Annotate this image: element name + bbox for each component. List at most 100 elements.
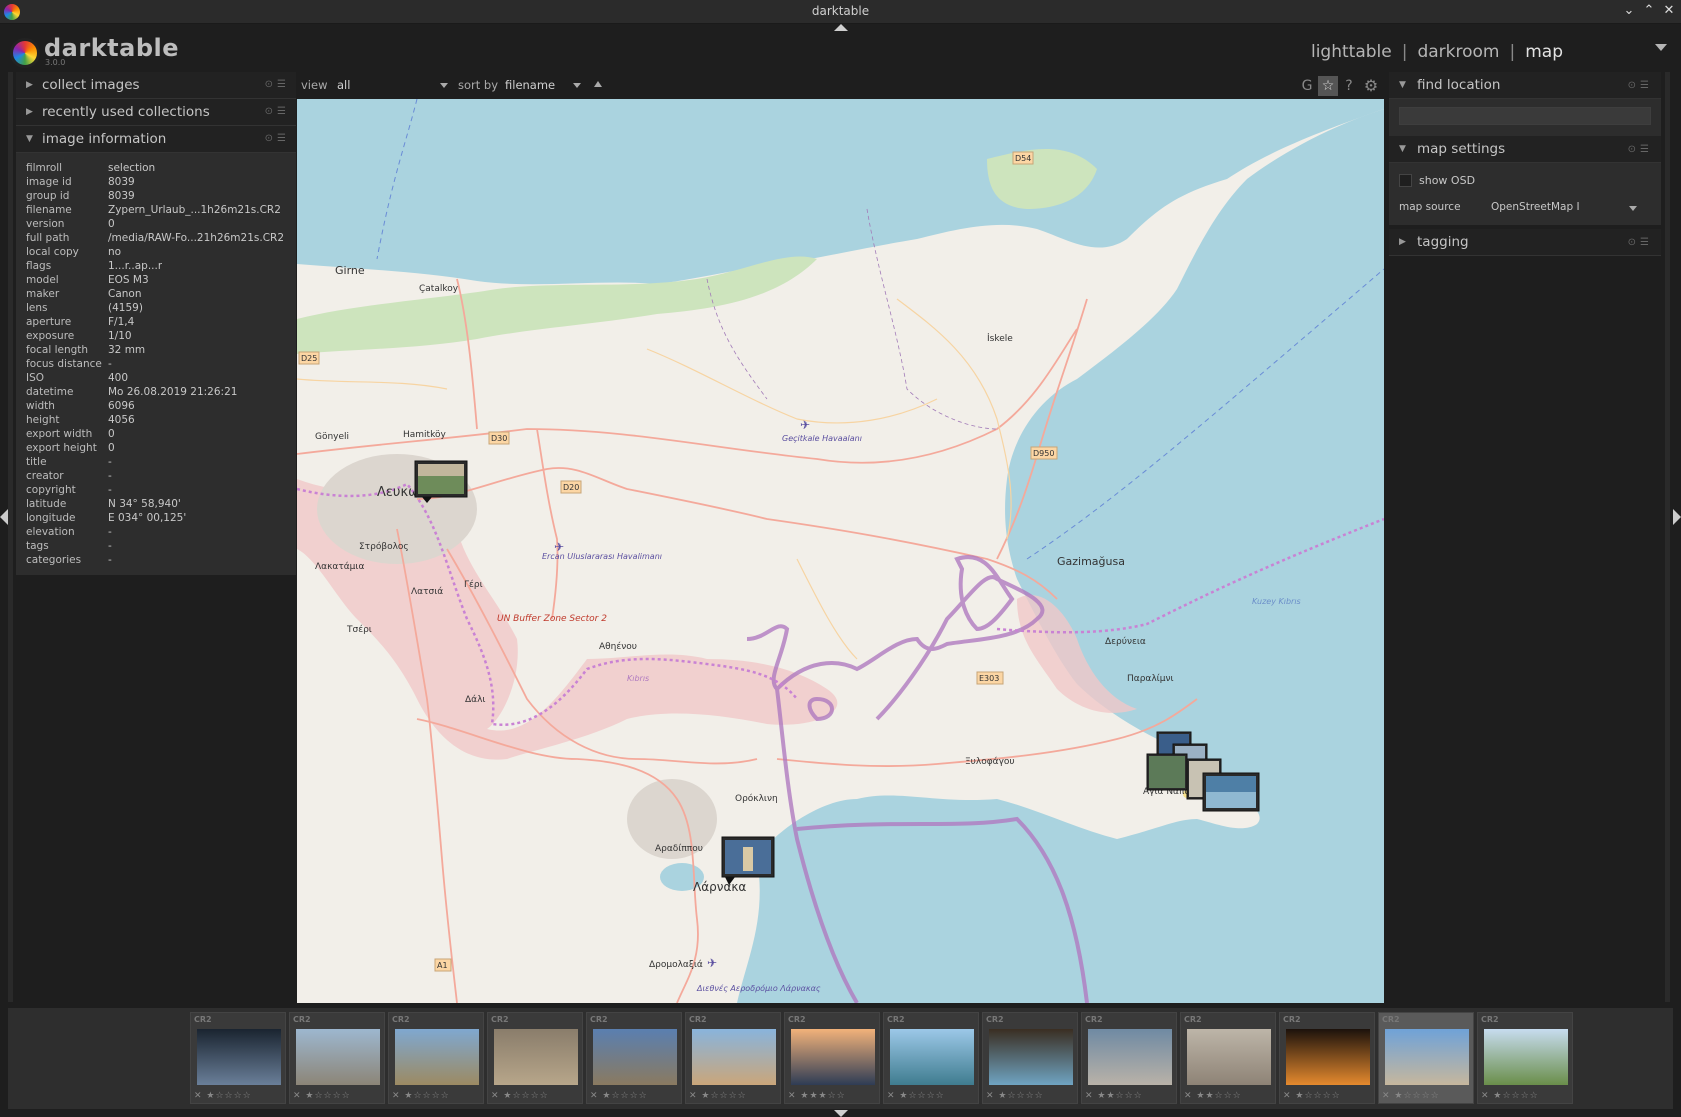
bottom-panel-toggle-icon[interactable] bbox=[834, 1110, 848, 1117]
star-rating-icon[interactable]: ✕ ★☆☆☆☆ bbox=[1283, 1091, 1341, 1101]
module-actions-icon[interactable]: ⊙☰ bbox=[265, 99, 290, 125]
right-panel-toggle-icon[interactable] bbox=[1673, 509, 1681, 525]
filmstrip-thumbnail[interactable]: CR2 ✕ ★☆☆☆☆ bbox=[289, 1012, 385, 1104]
info-value: 0 bbox=[108, 428, 115, 440]
sort-by-label: sort by bbox=[458, 78, 499, 92]
filmstrip-thumbnail[interactable]: CR2 ✕ ★☆☆☆☆ bbox=[1477, 1012, 1573, 1104]
map-settings-header[interactable]: ▼ map settings ⊙☰ bbox=[1389, 136, 1661, 163]
star-rating-icon[interactable]: ✕ ★☆☆☆☆ bbox=[392, 1091, 450, 1101]
star-rating-icon[interactable]: ✕ ★☆☆☆☆ bbox=[689, 1091, 747, 1101]
info-value: F/1,4 bbox=[108, 316, 135, 328]
filmstrip-thumbnail[interactable]: CR2 ✕ ★★☆☆☆ bbox=[1180, 1012, 1276, 1104]
sort-by-dropdown-icon[interactable] bbox=[573, 83, 581, 88]
star-rating-icon[interactable]: ✕ ★☆☆☆☆ bbox=[986, 1091, 1044, 1101]
info-key: model bbox=[26, 274, 59, 286]
module-actions-icon[interactable]: ⊙☰ bbox=[1628, 229, 1653, 256]
map-view[interactable]: Girne Çatalkoy İskele Gönyeli Hamitköy Λ… bbox=[297, 99, 1384, 1003]
module-actions-icon[interactable]: ⊙☰ bbox=[265, 72, 290, 98]
top-panel-toggle-icon[interactable] bbox=[834, 24, 848, 31]
collect-images-header[interactable]: ▶ collect images ⊙☰ bbox=[16, 72, 296, 99]
star-rating-icon[interactable]: ✕ ★☆☆☆☆ bbox=[887, 1091, 945, 1101]
info-value: - bbox=[108, 470, 112, 482]
help-icon[interactable]: ? bbox=[1339, 76, 1359, 96]
star-rating-icon[interactable]: ✕ ★☆☆☆☆ bbox=[491, 1091, 549, 1101]
info-key: lens bbox=[26, 302, 48, 314]
info-row: datetime Mo 26.08.2019 21:26:21 bbox=[26, 385, 288, 399]
filmstrip-thumbnail[interactable]: CR2 ✕ ★☆☆☆☆ bbox=[883, 1012, 979, 1104]
airport-icon: ✈ bbox=[707, 956, 717, 970]
thumbnail-extension: CR2 bbox=[1283, 1015, 1301, 1024]
left-panel-toggle-icon[interactable] bbox=[0, 509, 8, 525]
view-darkroom[interactable]: darkroom bbox=[1417, 42, 1499, 62]
thumbnail-image bbox=[395, 1029, 479, 1085]
map-canvas[interactable]: Girne Çatalkoy İskele Gönyeli Hamitköy Λ… bbox=[297, 99, 1384, 1003]
view-filter-select[interactable]: all bbox=[337, 78, 350, 92]
star-rating-icon[interactable]: ✕ ★☆☆☆☆ bbox=[293, 1091, 351, 1101]
star-rating-icon[interactable]: ✕ ★★☆☆☆ bbox=[1184, 1091, 1242, 1101]
airport-icon: ✈ bbox=[554, 540, 564, 554]
thumbnail-extension: CR2 bbox=[788, 1015, 806, 1024]
info-key: full path bbox=[26, 232, 70, 244]
star-overlay-icon[interactable]: ☆ bbox=[1318, 76, 1338, 96]
more-views-dropdown-icon[interactable] bbox=[1655, 44, 1667, 51]
map-label-catalkoy: Çatalkoy bbox=[419, 284, 459, 294]
info-row: export width 0 bbox=[26, 427, 288, 441]
module-actions-icon[interactable]: ⊙☰ bbox=[265, 126, 290, 152]
star-rating-icon[interactable]: ✕ ★☆☆☆☆ bbox=[1382, 1091, 1440, 1101]
minimize-icon[interactable]: ⌄ bbox=[1620, 2, 1638, 20]
filmstrip-thumbnail[interactable]: CR2 ✕ ★☆☆☆☆ bbox=[190, 1012, 286, 1104]
find-location-input[interactable] bbox=[1399, 107, 1651, 125]
filmstrip-thumbnail[interactable]: CR2 ✕ ★☆☆☆☆ bbox=[388, 1012, 484, 1104]
module-actions-icon[interactable]: ⊙☰ bbox=[1628, 136, 1653, 163]
filmstrip-thumbnail[interactable]: CR2 ✕ ★☆☆☆☆ bbox=[685, 1012, 781, 1104]
grouping-icon[interactable]: G bbox=[1297, 76, 1317, 96]
info-value: 400 bbox=[108, 372, 129, 384]
star-rating-icon[interactable]: ✕ ★★☆☆☆ bbox=[1085, 1091, 1143, 1101]
star-rating-icon[interactable]: ✕ ★☆☆☆☆ bbox=[194, 1091, 252, 1101]
filmstrip-thumbnail[interactable]: CR2 ✕ ★★☆☆☆ bbox=[1081, 1012, 1177, 1104]
filmstrip-thumbnail[interactable]: CR2 ✕ ★☆☆☆☆ bbox=[487, 1012, 583, 1104]
airport-icon: ✈ bbox=[800, 418, 810, 432]
tagging-header[interactable]: ▶ tagging ⊙☰ bbox=[1389, 229, 1661, 256]
info-row: group id 8039 bbox=[26, 189, 288, 203]
recent-collections-header[interactable]: ▶ recently used collections ⊙☰ bbox=[16, 99, 296, 126]
window-titlebar: darktable ⌄ ⌃ ✕ bbox=[0, 0, 1681, 24]
preferences-gear-icon[interactable]: ⚙ bbox=[1361, 76, 1381, 96]
module-actions-icon[interactable]: ⊙☰ bbox=[1628, 72, 1653, 99]
info-key: version bbox=[26, 218, 65, 230]
expanded-arrow-icon: ▼ bbox=[26, 134, 33, 144]
view-lighttable[interactable]: lighttable bbox=[1311, 42, 1392, 62]
info-row: filmroll selection bbox=[26, 161, 288, 175]
find-location-header[interactable]: ▼ find location ⊙☰ bbox=[1389, 72, 1661, 99]
filmstrip-thumbnail[interactable]: CR2 ✕ ★☆☆☆☆ bbox=[982, 1012, 1078, 1104]
map-source-dropdown-icon[interactable] bbox=[1629, 206, 1637, 211]
image-information-header[interactable]: ▼ image information ⊙☰ bbox=[16, 126, 296, 153]
map-photo-thumbnail-nicosia[interactable] bbox=[414, 460, 468, 503]
info-key: copyright bbox=[26, 484, 76, 496]
filmstrip-thumbnail[interactable]: CR2 ✕ ★★★☆☆ bbox=[784, 1012, 880, 1104]
sort-order-icon[interactable] bbox=[594, 81, 602, 87]
left-panel-border bbox=[8, 72, 13, 1002]
close-icon[interactable]: ✕ bbox=[1660, 2, 1678, 20]
view-map[interactable]: map bbox=[1525, 42, 1563, 62]
filmstrip-thumbnail[interactable]: CR2 ✕ ★☆☆☆☆ bbox=[1378, 1012, 1474, 1104]
filmstrip-thumbnail[interactable]: CR2 ✕ ★☆☆☆☆ bbox=[1279, 1012, 1375, 1104]
star-rating-icon[interactable]: ✕ ★☆☆☆☆ bbox=[1481, 1091, 1539, 1101]
thumbnail-extension: CR2 bbox=[491, 1015, 509, 1024]
road-label-d950: D950 bbox=[1033, 449, 1054, 458]
thumbnail-image bbox=[593, 1029, 677, 1085]
map-source-select[interactable]: OpenStreetMap I bbox=[1491, 201, 1580, 213]
thumbnail-extension: CR2 bbox=[293, 1015, 311, 1024]
info-row: lens (4159) bbox=[26, 301, 288, 315]
info-value: /media/RAW-Fo...21h26m21s.CR2 bbox=[108, 232, 285, 244]
star-rating-icon[interactable]: ✕ ★☆☆☆☆ bbox=[590, 1091, 648, 1101]
info-key: longitude bbox=[26, 512, 76, 524]
show-osd-checkbox[interactable] bbox=[1399, 174, 1412, 187]
info-value: 4056 bbox=[108, 414, 135, 426]
maximize-icon[interactable]: ⌃ bbox=[1640, 2, 1658, 20]
star-rating-icon[interactable]: ✕ ★★★☆☆ bbox=[788, 1091, 846, 1101]
sort-by-select[interactable]: filename bbox=[505, 78, 555, 92]
view-filter-dropdown-icon[interactable] bbox=[440, 83, 448, 88]
filmstrip[interactable]: CR2 ✕ ★☆☆☆☆ CR2 ✕ ★☆☆☆☆ CR2 ✕ ★☆☆☆☆ CR2 ✕ ★☆☆☆☆… bbox=[8, 1008, 1673, 1109]
filmstrip-thumbnail[interactable]: CR2 ✕ ★☆☆☆☆ bbox=[586, 1012, 682, 1104]
